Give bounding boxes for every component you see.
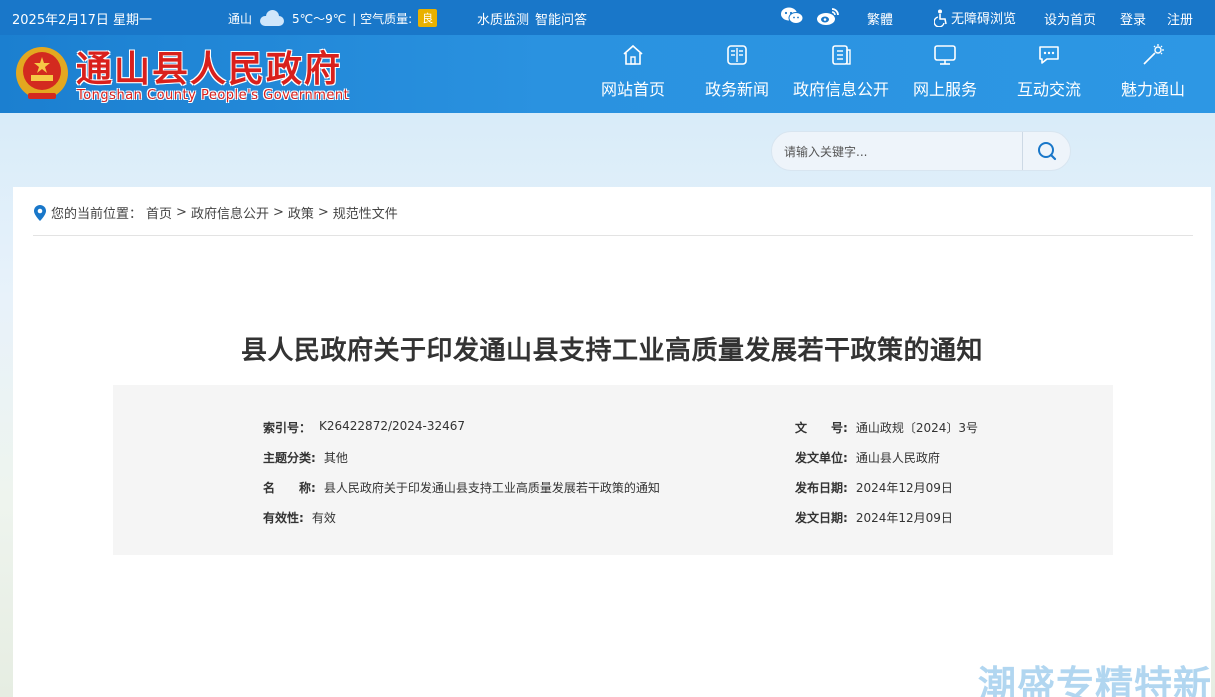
weather-city: 通山 [228, 11, 253, 26]
site-subtitle: Tongshan County People's Government [77, 88, 350, 103]
nav-item-info-disclosure[interactable]: 政府信息公开 [789, 35, 893, 113]
national-emblem-icon [16, 47, 68, 99]
nav-item-interaction[interactable]: 互动交流 [997, 35, 1101, 113]
nav-label: 政务新闻 [704, 80, 769, 99]
meta-value: 2024年12月09日 [855, 481, 953, 495]
meta-key: 主题分类: [263, 451, 316, 465]
watermark-text: 潮盛专精特新 [978, 663, 1213, 697]
weather-widget: 通山 5℃～9℃ | 空气质量: 良 [228, 9, 438, 27]
meta-value: 有效 [311, 511, 336, 525]
air-quality-label: | 空气质量: [352, 11, 413, 26]
meta-key: 发文单位: [795, 451, 848, 465]
home-icon [623, 44, 643, 65]
meta-value: 通山县人民政府 [855, 451, 940, 465]
document-icon [832, 45, 851, 65]
nav-label: 魅力通山 [1120, 80, 1185, 99]
meta-index-number: 索引号： K26422872/2024-32467 [263, 419, 465, 436]
main-nav: 网站首页 政务新闻 政府信息公开 网上服务 互动交流 魅力通山 [581, 35, 1205, 113]
site-header: 通山县人民政府 Tongshan County People's Governm… [0, 35, 1215, 113]
nav-item-home[interactable]: 网站首页 [581, 35, 685, 113]
breadcrumb-normative-docs[interactable]: 规范性文件 [333, 203, 398, 222]
location-pin-icon [34, 204, 46, 221]
breadcrumb-home[interactable]: 首页 [146, 203, 172, 222]
weibo-icon[interactable] [816, 6, 840, 26]
meta-value: 其他 [323, 451, 348, 465]
nav-item-news[interactable]: 政务新闻 [685, 35, 789, 113]
meta-publish-date: 发布日期: 2024年12月09日 [795, 479, 953, 496]
water-monitoring-link[interactable]: 水质监测 [477, 9, 529, 28]
meta-value: K26422872/2024-32467 [319, 419, 466, 433]
wechat-icon[interactable] [780, 6, 804, 26]
meta-key: 有效性: [263, 511, 304, 525]
set-homepage-link[interactable]: 设为首页 [1044, 9, 1096, 28]
search-input[interactable] [784, 142, 1014, 162]
content-card: 您的当前位置： 首页 > 政府信息公开 > 政策 > 规范性文件 县人民政府关于… [13, 187, 1211, 697]
cloud-icon [258, 10, 286, 26]
sparkle-icon [1143, 44, 1164, 65]
nav-label: 网上服务 [912, 80, 977, 99]
meta-name: 名 称: 县人民政府关于印发通山县支持工业高质量发展若干政策的通知 [263, 479, 660, 496]
meta-key: 名 称: [263, 481, 316, 495]
temperature: 5℃～9℃ [292, 11, 347, 26]
breadcrumb-separator: > [176, 205, 187, 220]
nav-label: 网站首页 [600, 80, 665, 99]
meta-validity: 有效性: 有效 [263, 509, 336, 526]
news-icon [727, 45, 747, 65]
meta-issuer: 发文单位: 通山县人民政府 [795, 449, 940, 466]
top-utility-bar: 2025年2月17日 星期一 通山 5℃～9℃ | 空气质量: 良 水质监测 智… [0, 0, 1215, 35]
nav-item-charm-tongshan[interactable]: 魅力通山 [1101, 35, 1205, 113]
nav-item-online-service[interactable]: 网上服务 [893, 35, 997, 113]
breadcrumb-prefix: 您的当前位置： [51, 207, 143, 222]
document-title: 县人民政府关于印发通山县支持工业高质量发展若干政策的通知 [240, 336, 983, 366]
breadcrumb-divider [33, 235, 1193, 236]
meta-key: 索引号： [263, 421, 312, 435]
breadcrumb: 您的当前位置： 首页 > 政府信息公开 > 政策 > 规范性文件 [33, 203, 398, 222]
search-icon [1038, 142, 1057, 161]
breadcrumb-separator: > [317, 205, 329, 220]
air-quality-badge: 良 [418, 9, 438, 27]
monitor-icon [934, 45, 956, 65]
nav-label: 互动交流 [1016, 80, 1081, 99]
meta-issue-date: 发文日期: 2024年12月09日 [795, 509, 953, 526]
register-link[interactable]: 注册 [1167, 9, 1193, 28]
meta-topic: 主题分类: 其他 [263, 449, 348, 466]
accessibility-link[interactable]: 无障碍浏览 [934, 8, 1016, 27]
accessibility-label: 无障碍浏览 [951, 12, 1017, 27]
meta-value: 2024年12月09日 [855, 511, 953, 525]
nav-label: 政府信息公开 [792, 80, 889, 99]
meta-key: 发文日期: [795, 511, 848, 525]
breadcrumb-policy[interactable]: 政策 [288, 203, 314, 222]
meta-key: 发布日期: [795, 481, 848, 495]
chat-icon [1039, 46, 1059, 64]
traditional-chinese-link[interactable]: 繁體 [867, 9, 893, 28]
current-date: 2025年2月17日 星期一 [12, 13, 153, 28]
document-metadata: 索引号： K26422872/2024-32467 主题分类: 其他 名 称: … [113, 385, 1113, 555]
search-button[interactable] [1023, 132, 1071, 170]
login-link[interactable]: 登录 [1120, 9, 1146, 28]
breadcrumb-separator: > [272, 205, 284, 220]
meta-doc-number: 文 号: 通山政规〔2024〕3号 [795, 419, 978, 436]
search-box [771, 131, 1071, 171]
meta-value: 通山政规〔2024〕3号 [855, 421, 978, 435]
meta-value: 县人民政府关于印发通山县支持工业高质量发展若干政策的通知 [323, 481, 660, 495]
site-title[interactable]: 通山县人民政府 [76, 49, 342, 89]
wheelchair-icon [934, 9, 947, 27]
smart-qa-link[interactable]: 智能问答 [535, 9, 587, 28]
meta-key: 文 号: [795, 421, 848, 435]
breadcrumb-info-disclosure[interactable]: 政府信息公开 [191, 203, 269, 222]
